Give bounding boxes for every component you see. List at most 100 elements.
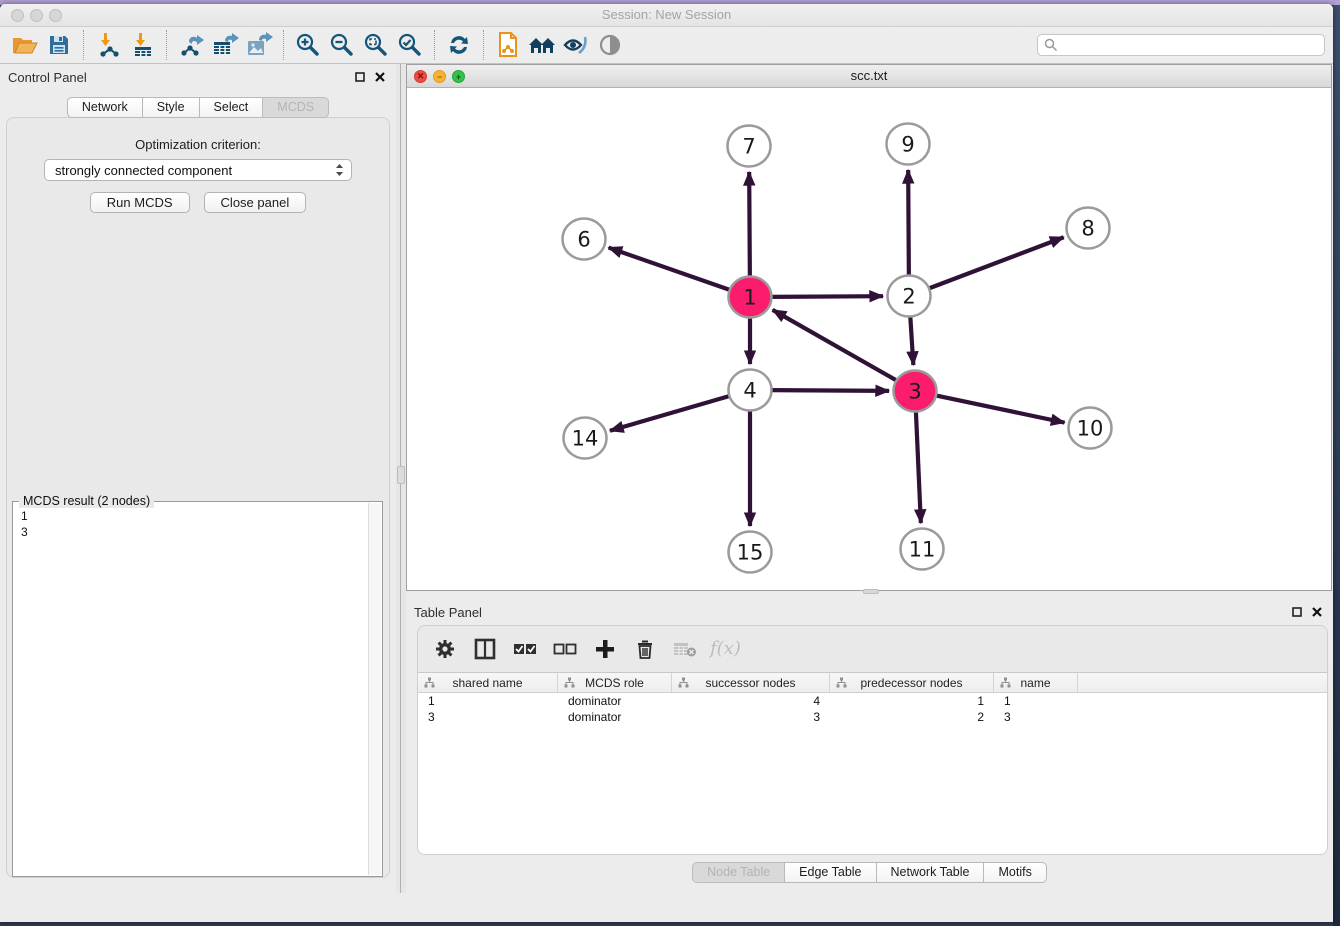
tab-network-table[interactable]: Network Table <box>876 862 985 883</box>
tab-edge-table[interactable]: Edge Table <box>784 862 876 883</box>
save-session-icon[interactable] <box>42 30 76 60</box>
graph-node-10[interactable]: 10 <box>1069 408 1112 449</box>
search-input[interactable] <box>1037 34 1325 56</box>
search-icon <box>1044 38 1058 52</box>
column-layout-icon[interactable] <box>470 634 500 664</box>
float-table-panel-icon[interactable] <box>1289 604 1305 620</box>
table-cell[interactable]: dominator <box>558 693 672 709</box>
main-titlebar[interactable]: Session: New Session <box>0 4 1333 27</box>
run-mcds-button[interactable]: Run MCDS <box>90 192 190 213</box>
export-table-icon[interactable] <box>208 30 242 60</box>
graph-node-4[interactable]: 4 <box>729 370 772 411</box>
zoom-fit-icon[interactable] <box>359 30 393 60</box>
graph-edge-2-9[interactable] <box>908 170 909 276</box>
network-graph[interactable]: 7 9 6 8 1 2 4 3 14 10 15 11 <box>407 88 1331 590</box>
graph-node-2[interactable]: 2 <box>888 276 931 317</box>
zoom-window-button[interactable] <box>49 9 62 22</box>
table-cell[interactable]: 1 <box>418 693 558 709</box>
graph-edge-3-11[interactable] <box>916 411 921 523</box>
graph-node-7[interactable]: 7 <box>728 126 771 167</box>
graph-edge-3-10[interactable] <box>935 395 1065 422</box>
graph-node-11[interactable]: 11 <box>901 529 944 570</box>
table-cell[interactable]: 3 <box>418 709 558 725</box>
graph-edge-4-14[interactable] <box>610 396 731 431</box>
export-network-icon[interactable] <box>174 30 208 60</box>
graph-node-3[interactable]: 3 <box>894 371 937 412</box>
column-header-name[interactable]: name <box>994 673 1078 692</box>
network-document-icon[interactable] <box>491 30 525 60</box>
tab-style[interactable]: Style <box>142 97 200 118</box>
zoom-selected-icon[interactable] <box>393 30 427 60</box>
zoom-out-icon[interactable] <box>325 30 359 60</box>
home-neighbors-icon[interactable] <box>525 30 559 60</box>
graph-node-8[interactable]: 8 <box>1067 208 1110 249</box>
network-minimize-button[interactable]: − <box>433 70 446 83</box>
hide-graphics-details-icon[interactable] <box>559 30 593 60</box>
table-cell[interactable]: 1 <box>994 693 1078 709</box>
graph-edge-1-2[interactable] <box>770 296 883 297</box>
table-panel-box: f(x) shared nameMCDS rolesuccessor nodes… <box>417 625 1328 855</box>
splitter-grip[interactable] <box>397 466 405 484</box>
graph-node-1[interactable]: 1 <box>729 277 772 318</box>
tab-select[interactable]: Select <box>199 97 264 118</box>
table-settings-gear-icon[interactable] <box>430 634 460 664</box>
delete-column-trash-icon[interactable] <box>630 634 660 664</box>
mcds-result-text[interactable]: 13 <box>17 508 366 872</box>
close-window-button[interactable] <box>11 9 24 22</box>
graph-edge-2-8[interactable] <box>928 237 1064 289</box>
show-graphics-details-icon[interactable] <box>593 30 627 60</box>
table-row[interactable]: 1dominator411 <box>418 693 1327 709</box>
table-cell[interactable]: 4 <box>672 693 830 709</box>
column-header-predecessor-nodes[interactable]: predecessor nodes <box>830 673 994 692</box>
graph-node-9[interactable]: 9 <box>887 124 930 165</box>
float-panel-icon[interactable] <box>352 69 368 85</box>
network-canvas[interactable]: 7 9 6 8 1 2 4 3 14 10 15 11 <box>407 88 1331 590</box>
import-network-icon[interactable] <box>91 30 125 60</box>
table-row[interactable]: 3dominator323 <box>418 709 1327 725</box>
graph-node-label: 6 <box>577 228 590 252</box>
main-toolbar <box>0 27 1333 64</box>
tab-mcds[interactable]: MCDS <box>262 97 329 118</box>
graph-node-6[interactable]: 6 <box>563 219 606 260</box>
column-header-shared-name[interactable]: shared name <box>418 673 558 692</box>
function-builder-fx-icon: f(x) <box>710 638 741 659</box>
table-cell[interactable]: 2 <box>830 709 994 725</box>
column-header-successor-nodes[interactable]: successor nodes <box>672 673 830 692</box>
close-panel-icon[interactable] <box>372 69 388 85</box>
tab-network[interactable]: Network <box>67 97 143 118</box>
graph-node-15[interactable]: 15 <box>729 532 772 573</box>
graph-edge-1-6[interactable] <box>609 248 732 291</box>
table-cell[interactable]: 3 <box>672 709 830 725</box>
network-close-button[interactable]: ✕ <box>414 70 427 83</box>
toolbar-separator <box>434 30 435 60</box>
close-panel-button[interactable]: Close panel <box>204 192 307 213</box>
graph-edge-4-3[interactable] <box>770 390 889 391</box>
close-table-panel-icon[interactable] <box>1309 604 1325 620</box>
refresh-layout-icon[interactable] <box>442 30 476 60</box>
graph-edge-1-7[interactable] <box>749 172 750 277</box>
zoom-in-icon[interactable] <box>291 30 325 60</box>
network-resize-grip[interactable] <box>863 589 879 594</box>
tab-node-table[interactable]: Node Table <box>692 862 785 883</box>
network-zoom-button[interactable]: + <box>452 70 465 83</box>
export-image-icon[interactable] <box>242 30 276 60</box>
select-all-icon[interactable] <box>510 634 540 664</box>
table-cell[interactable]: dominator <box>558 709 672 725</box>
table-cell[interactable]: 1 <box>830 693 994 709</box>
optimization-criterion-dropdown[interactable]: strongly connected component <box>44 159 352 181</box>
graph-node-14[interactable]: 14 <box>564 418 607 459</box>
minimize-window-button[interactable] <box>30 9 43 22</box>
import-table-icon[interactable] <box>125 30 159 60</box>
open-session-icon[interactable] <box>8 30 42 60</box>
table-cell[interactable]: 3 <box>994 709 1078 725</box>
column-header-MCDS-role[interactable]: MCDS role <box>558 673 672 692</box>
toolbar-separator <box>483 30 484 60</box>
graph-edge-2-3[interactable] <box>910 316 913 365</box>
vertical-splitter[interactable] <box>396 64 406 893</box>
deselect-all-icon[interactable] <box>550 634 580 664</box>
graph-edge-3-1[interactable] <box>773 310 898 381</box>
tab-motifs[interactable]: Motifs <box>983 862 1046 883</box>
add-column-icon[interactable] <box>590 634 620 664</box>
mcds-result-scrollbar[interactable] <box>368 503 381 875</box>
network-window-titlebar[interactable]: ✕ − + scc.txt <box>407 65 1331 88</box>
